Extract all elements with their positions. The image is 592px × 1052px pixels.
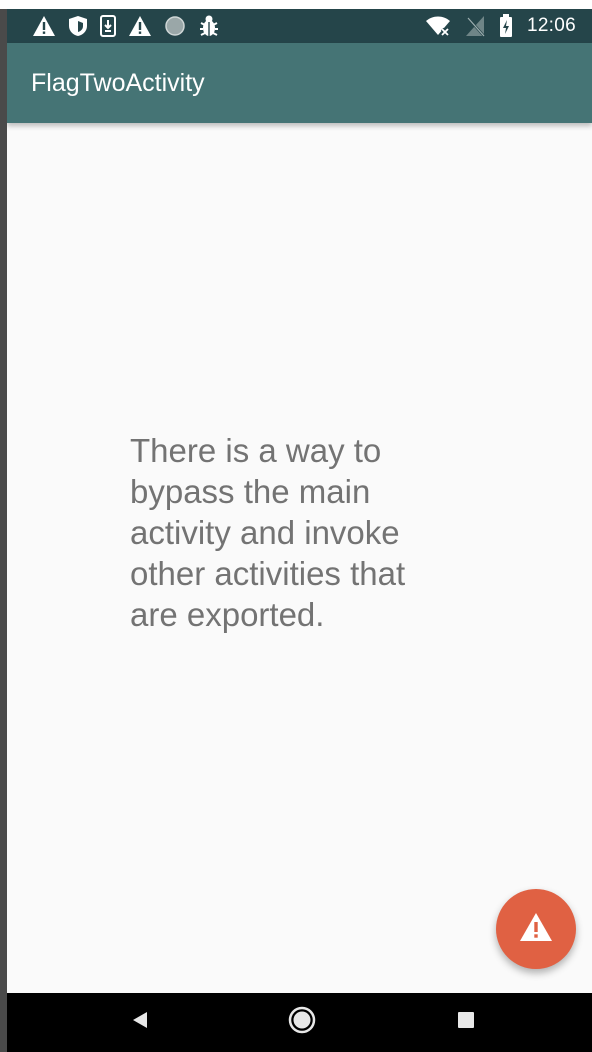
status-right-icons: 12:06 — [425, 13, 576, 39]
home-button[interactable] — [287, 1006, 317, 1039]
content-area: There is a way to bypass the main activi… — [7, 123, 592, 993]
shield-icon — [68, 15, 88, 37]
warning-icon — [32, 15, 56, 37]
battery-icon — [499, 14, 513, 38]
app-bar: FlagTwoActivity — [7, 43, 592, 123]
status-bar: 12:06 — [7, 9, 592, 43]
warning-icon — [519, 912, 553, 947]
navigation-bar — [7, 993, 592, 1052]
download-icon — [100, 15, 116, 37]
warning-icon — [128, 15, 152, 37]
back-icon — [130, 1010, 150, 1035]
status-left-icons — [32, 13, 220, 39]
top-edge — [0, 0, 592, 9]
back-button[interactable] — [125, 1007, 155, 1037]
no-signal-icon — [465, 15, 485, 37]
status-clock: 12:06 — [526, 15, 576, 36]
circle-icon — [164, 15, 186, 37]
info-message: There is a way to bypass the main activi… — [130, 432, 406, 633]
home-icon — [288, 1006, 316, 1039]
screen: 12:06 FlagTwoActivity There is a way to … — [0, 0, 592, 1052]
floating-action-button[interactable] — [496, 889, 576, 969]
app-title: FlagTwoActivity — [31, 69, 205, 97]
left-edge — [0, 0, 7, 1052]
recents-icon — [457, 1011, 475, 1034]
recents-button[interactable] — [451, 1007, 481, 1037]
bug-icon — [198, 14, 220, 38]
wifi-off-icon — [425, 15, 451, 37]
